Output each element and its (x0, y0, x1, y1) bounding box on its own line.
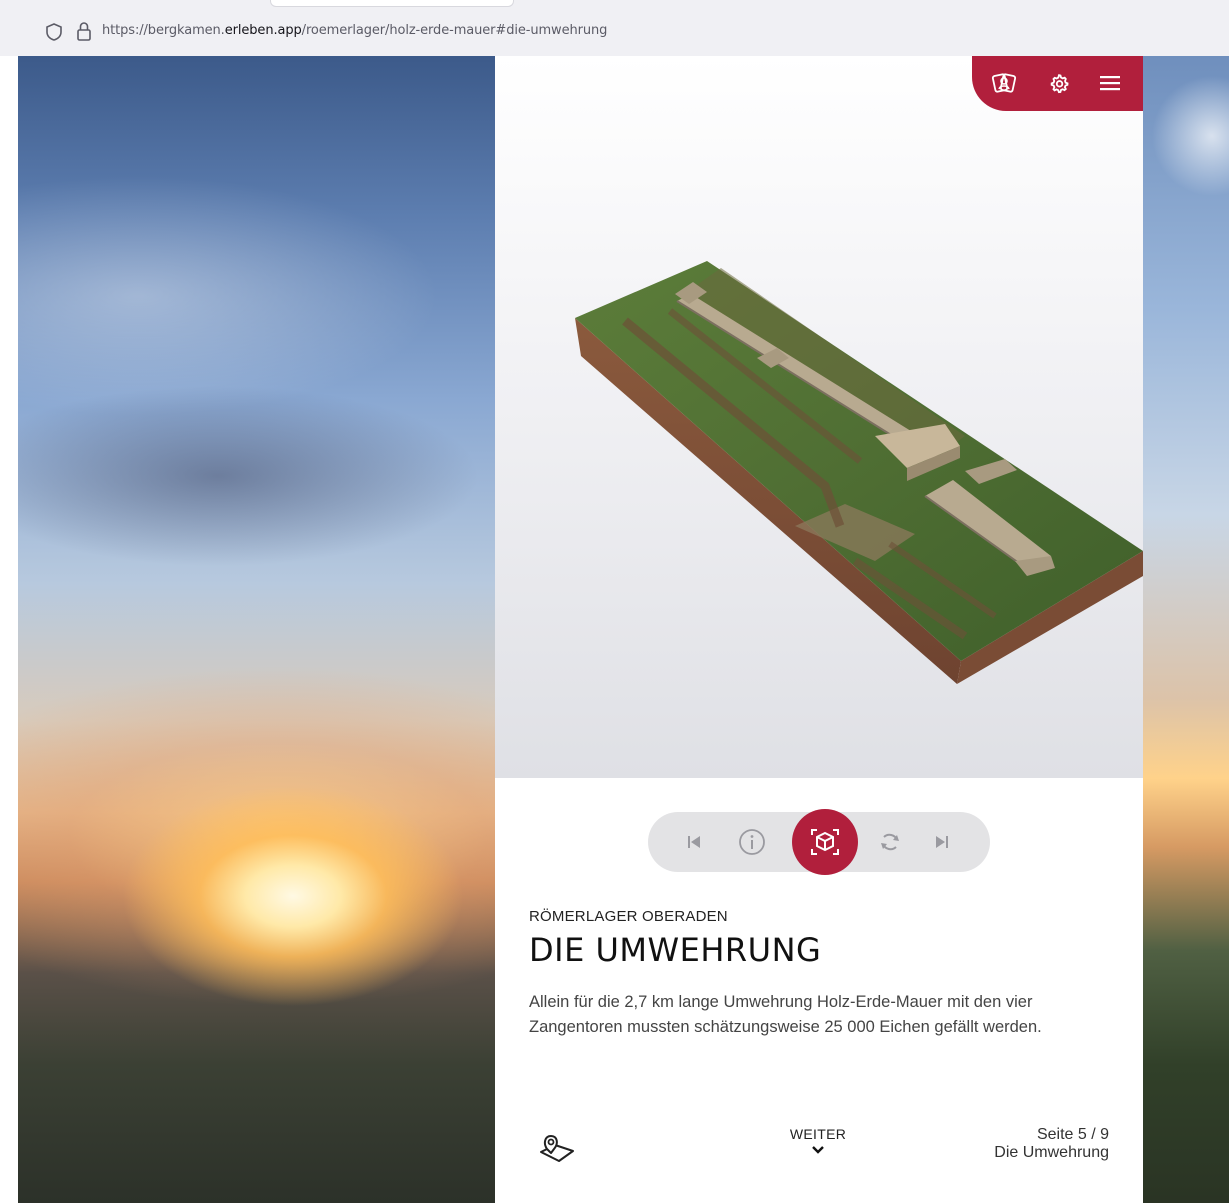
ar-cube-icon (811, 829, 839, 855)
url-domain: erleben.app (224, 23, 302, 38)
next-button[interactable]: WEITER (775, 1126, 861, 1160)
skip-back-button[interactable] (672, 812, 716, 872)
skip-forward-button[interactable] (920, 812, 964, 872)
map-pin-icon (540, 1135, 574, 1162)
lock-icon[interactable] (74, 20, 94, 42)
fortification-3d-model[interactable] (495, 56, 1143, 778)
page-indicator: Seite 5 / 9 Die Umwehrung (994, 1126, 1109, 1162)
gear-icon[interactable] (1045, 69, 1073, 97)
browser-tab-edge (270, 0, 514, 7)
page-number: Seite 5 / 9 (1036, 1126, 1109, 1143)
page-chapter-title: Die Umwehrung (994, 1144, 1109, 1161)
chevron-down-icon (812, 1146, 824, 1154)
url-prefix: https://bergkamen. (102, 23, 225, 38)
ar-view-button[interactable] (792, 809, 858, 875)
url-path: /roemerlager/holz-erde-mauer#die-umwehru… (301, 23, 608, 38)
section-kicker: RÖMERLAGER OBERADEN (529, 908, 728, 925)
content-panel: RÖMERLAGER OBERADEN DIE UMWEHRUNG Allein… (495, 56, 1143, 1203)
map-button[interactable] (533, 1130, 581, 1168)
footer-navigation: WEITER Seite 5 / 9 Die Umwehrung (495, 1124, 1143, 1194)
page-title: DIE UMWEHRUNG (529, 931, 822, 969)
skip-back-icon (688, 836, 700, 848)
3d-model-viewer[interactable] (495, 56, 1143, 778)
top-navigation (972, 56, 1143, 111)
info-button[interactable] (730, 812, 774, 872)
hamburger-menu-icon[interactable] (1096, 69, 1124, 97)
skip-forward-icon (936, 836, 948, 848)
next-label: WEITER (789, 1126, 847, 1142)
media-control-bar (648, 809, 990, 875)
description-text: Allein für die 2,7 km lange Umwehrung Ho… (529, 993, 1042, 1036)
shield-icon[interactable] (44, 22, 64, 42)
url-text[interactable]: https://bergkamen.erleben.app/roemerlage… (102, 23, 607, 38)
rotate-icon (881, 833, 899, 851)
background-right-strip (1142, 56, 1229, 1203)
info-icon (739, 829, 765, 855)
browser-url-bar: https://bergkamen.erleben.app/roemerlage… (0, 0, 1229, 56)
cards-icon[interactable] (990, 69, 1018, 97)
rotate-button[interactable] (868, 812, 912, 872)
